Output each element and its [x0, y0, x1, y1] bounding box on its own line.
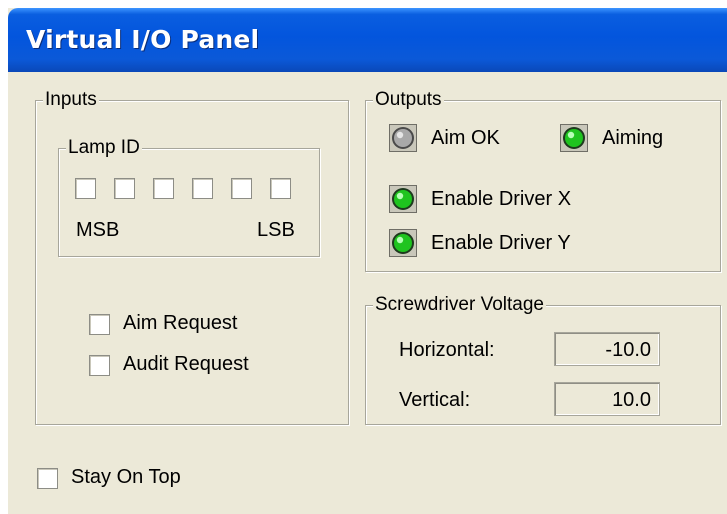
screwdriver-voltage-group: Screwdriver Voltage Horizontal: -10.0 Ve…: [365, 295, 721, 425]
aim-request-checkbox[interactable]: [89, 314, 110, 335]
vertical-label: Vertical:: [399, 389, 471, 411]
screwdriver-voltage-legend: Screwdriver Voltage: [373, 294, 546, 315]
horizontal-voltage-readout: -10.0: [554, 332, 660, 366]
inputs-group: Inputs Lamp ID MSB LSB Aim Request Audit…: [35, 90, 349, 425]
lamp-id-bit-5-checkbox[interactable]: [75, 178, 96, 199]
horizontal-label: Horizontal:: [399, 339, 495, 361]
aiming-label: Aiming: [602, 127, 664, 149]
virtual-io-panel-window: Virtual I/O Panel Inputs Lamp ID MSB LSB…: [8, 8, 727, 514]
vertical-voltage-readout: 10.0: [554, 382, 660, 416]
lamp-id-group: Lamp ID MSB LSB: [58, 138, 320, 257]
msb-label: MSB: [76, 219, 120, 241]
lamp-id-bit-4-checkbox[interactable]: [114, 178, 135, 199]
aim-request-label[interactable]: Aim Request: [123, 311, 238, 335]
stay-on-top-label[interactable]: Stay On Top: [71, 465, 181, 489]
lamp-id-bit-1-checkbox[interactable]: [231, 178, 252, 199]
lamp-id-legend: Lamp ID: [66, 137, 142, 158]
stay-on-top-checkbox[interactable]: [37, 468, 58, 489]
lsb-label: LSB: [257, 219, 295, 241]
title-bar[interactable]: Virtual I/O Panel: [8, 8, 727, 72]
enable-driver-y-led-icon: [389, 229, 417, 257]
inputs-legend: Inputs: [43, 89, 99, 110]
enable-driver-x-led-icon: [389, 185, 417, 213]
aim-ok-label: Aim OK: [431, 127, 500, 149]
enable-driver-x-label: Enable Driver X: [431, 188, 572, 210]
outputs-legend: Outputs: [373, 89, 444, 110]
audit-request-checkbox[interactable]: [89, 355, 110, 376]
aiming-led-icon: [560, 124, 588, 152]
audit-request-label[interactable]: Audit Request: [123, 352, 249, 376]
outputs-group: Outputs Aim OK Aiming Enable Driver X En…: [365, 90, 721, 272]
lamp-id-bit-3-checkbox[interactable]: [153, 178, 174, 199]
lamp-id-bit-0-checkbox[interactable]: [270, 178, 291, 199]
enable-driver-y-label: Enable Driver Y: [431, 232, 571, 254]
lamp-id-bit-2-checkbox[interactable]: [192, 178, 213, 199]
window-title: Virtual I/O Panel: [26, 25, 260, 54]
aim-ok-led-icon: [389, 124, 417, 152]
